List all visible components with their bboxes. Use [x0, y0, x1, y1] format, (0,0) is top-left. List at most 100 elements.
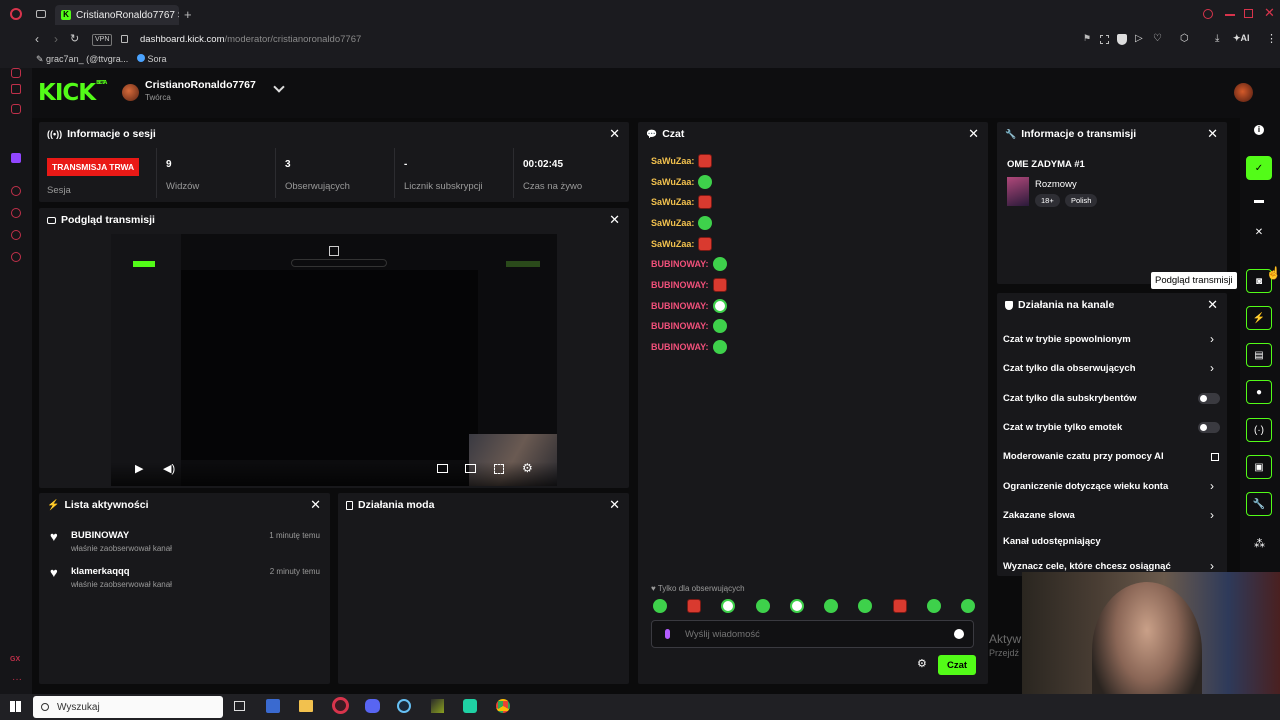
bookmark-item-2[interactable]: Sora — [137, 54, 167, 64]
aria-ai-button[interactable]: ✦AI — [1233, 33, 1250, 44]
sidebar-instagram-icon[interactable] — [11, 104, 21, 114]
theater-icon[interactable] — [465, 464, 476, 473]
sidebar-history-icon[interactable] — [11, 208, 21, 218]
activity-toggle-icon[interactable]: ⚡ — [1246, 306, 1272, 330]
emote-icon[interactable] — [721, 599, 736, 613]
tab-overview-icon[interactable] — [36, 10, 46, 18]
channel-actions-toggle-icon[interactable]: ▣ — [1246, 455, 1272, 479]
chat-username[interactable]: SaWuZaa: — [651, 239, 694, 249]
sidebar-gx-icon[interactable]: GX — [10, 656, 20, 663]
stream-info-toggle-icon[interactable]: 🔧 — [1246, 492, 1272, 516]
chat-message-input[interactable] — [685, 627, 935, 642]
close-window-button[interactable]: ✕ — [1264, 5, 1275, 21]
action-followers-only[interactable]: Czat tylko dla obserwujących — [1003, 363, 1136, 374]
minimize-button[interactable] — [1225, 14, 1235, 16]
chat-message[interactable]: SaWuZaa: — [651, 154, 713, 168]
taskbar-app-icon[interactable] — [266, 699, 280, 713]
close-icon[interactable]: ✕ — [310, 498, 321, 511]
chat-message[interactable]: BUBINOWAY: — [651, 299, 727, 313]
pip-icon[interactable] — [437, 464, 448, 473]
menu-icon[interactable]: ⋮ — [1266, 32, 1277, 45]
external-link-icon[interactable] — [1211, 453, 1219, 461]
category-name[interactable]: Rozmowy — [1035, 179, 1077, 190]
steam-icon[interactable] — [397, 699, 411, 713]
close-icon[interactable]: ✕ — [609, 213, 620, 226]
download-icon[interactable]: ⤓ — [1215, 33, 1219, 44]
chat-username[interactable]: SaWuZaa: — [651, 156, 694, 166]
tag-badge[interactable]: Polish — [1065, 194, 1098, 207]
fullscreen-icon[interactable] — [494, 464, 504, 474]
pin-icon[interactable]: ⚑ — [1083, 33, 1091, 44]
player-icon[interactable]: ▷ — [1135, 33, 1143, 44]
chevron-right-icon[interactable]: › — [1210, 559, 1214, 573]
chat-message[interactable]: SaWuZaa: — [651, 195, 713, 209]
action-account-age[interactable]: Ograniczenie dotyczące wieku konta — [1003, 481, 1168, 492]
adblock-icon[interactable] — [1117, 34, 1127, 45]
forward-icon[interactable]: › — [54, 32, 58, 46]
chat-username[interactable]: BUBINOWAY: — [651, 321, 709, 331]
chat-username[interactable]: BUBINOWAY: — [651, 259, 709, 269]
chat-username[interactable]: BUBINOWAY: — [651, 280, 709, 290]
close-icon[interactable]: ✕ — [1207, 298, 1218, 311]
chevron-right-icon[interactable]: › — [1210, 332, 1214, 346]
action-slow-mode[interactable]: Czat w trybie spowolnionym — [1003, 334, 1131, 345]
emote-icon[interactable] — [892, 599, 907, 613]
browser-tab-active[interactable]: K CristianoRonaldo7767 Stre — [55, 5, 179, 25]
session-toggle-icon[interactable]: (·) — [1246, 418, 1272, 442]
emote-icon[interactable] — [653, 599, 667, 613]
discord-icon[interactable] — [365, 699, 380, 713]
opera-logo-icon[interactable] — [10, 8, 22, 20]
snapshot-icon[interactable] — [1100, 35, 1109, 44]
action-ai-moderation[interactable]: Moderowanie czatu przy pomocy AI — [1003, 451, 1164, 462]
channel-name[interactable]: CristianoRonaldo7767 — [145, 79, 256, 91]
popout-icon[interactable] — [329, 246, 339, 256]
user-avatar[interactable] — [1234, 83, 1253, 102]
microphone-icon[interactable] — [665, 629, 670, 639]
send-chat-button[interactable]: Czat — [938, 655, 976, 675]
channel-avatar[interactable] — [122, 84, 139, 101]
task-view-icon[interactable] — [234, 701, 245, 711]
emoji-icon[interactable] — [954, 629, 964, 639]
chat-message[interactable]: SaWuZaa: — [651, 175, 713, 189]
opera-gx-taskbar-icon[interactable] — [332, 697, 349, 714]
maximize-button[interactable] — [1244, 9, 1253, 18]
play-icon[interactable]: ▶ — [135, 462, 143, 475]
chevron-right-icon[interactable]: › — [1210, 508, 1214, 522]
chat-input[interactable] — [651, 620, 974, 648]
kick-logo[interactable]: KICKBETA — [38, 80, 107, 106]
emote-icon[interactable] — [789, 599, 804, 613]
emote-icon[interactable] — [755, 599, 770, 613]
chat-username[interactable]: BUBINOWAY: — [651, 342, 709, 352]
chat-message[interactable]: BUBINOWAY: — [651, 278, 727, 292]
bookmark-item-1[interactable]: ✎ grac7an_ (@ttvgra... — [36, 54, 128, 65]
extensions-icon[interactable]: ⬡ — [1180, 33, 1189, 44]
chat-message[interactable]: SaWuZaa: — [651, 237, 713, 251]
sidebar-player-icon[interactable] — [11, 186, 21, 196]
emote-only-toggle[interactable] — [1198, 422, 1220, 433]
chat-username[interactable]: SaWuZaa: — [651, 218, 694, 228]
sidebar-messenger-icon[interactable] — [11, 84, 21, 94]
close-icon[interactable]: ✕ — [968, 127, 979, 140]
close-icon[interactable]: ✕ — [1207, 127, 1218, 140]
close-icon[interactable]: ✕ — [609, 127, 620, 140]
info-icon[interactable]: i — [1254, 125, 1264, 135]
search-tabs-icon[interactable] — [1203, 9, 1213, 19]
volume-icon[interactable]: ◀) — [163, 462, 175, 475]
emote-icon[interactable] — [858, 599, 873, 613]
tag-badge[interactable]: 18+ — [1035, 194, 1060, 207]
reload-icon[interactable]: ↻ — [70, 32, 79, 45]
chat-message[interactable]: BUBINOWAY: — [651, 257, 727, 271]
mod-actions-toggle-icon[interactable]: ▤ — [1246, 343, 1272, 367]
sidebar-more-icon[interactable]: ··· — [12, 674, 22, 685]
emote-icon[interactable] — [960, 599, 975, 613]
subs-only-toggle[interactable] — [1198, 393, 1220, 404]
emote-icon[interactable] — [824, 599, 839, 613]
chrome-icon[interactable] — [496, 699, 510, 713]
settings-gear-icon[interactable]: ⚙ — [522, 461, 533, 475]
taskbar-search[interactable]: Wyszukaj — [33, 696, 223, 718]
chat-username[interactable]: BUBINOWAY: — [651, 301, 709, 311]
layout-icon[interactable]: ▬ — [1246, 188, 1272, 212]
action-host-channel[interactable]: Kanał udostępniający — [1003, 536, 1101, 547]
windows-start-icon[interactable] — [10, 701, 21, 712]
chat-username[interactable]: SaWuZaa: — [651, 177, 694, 187]
